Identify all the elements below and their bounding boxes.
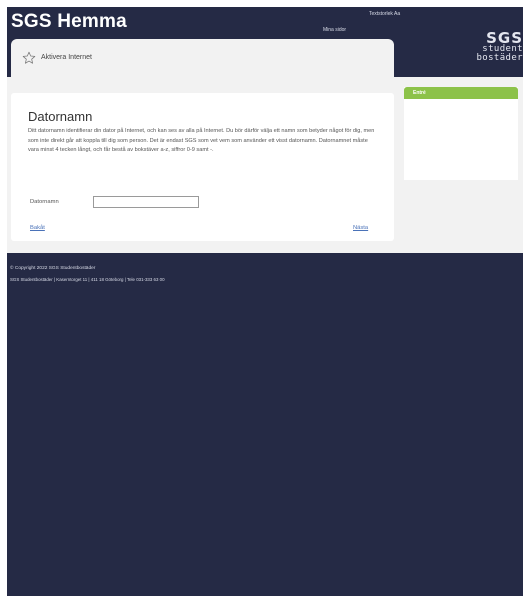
- textsize-link[interactable]: Textstorlek Aa: [369, 11, 400, 17]
- footer-copyright: © Copyright 2022 SGS Studentbostäder: [10, 266, 96, 271]
- next-link[interactable]: Nästa: [353, 225, 368, 231]
- breadcrumb-label: Aktivera Internet: [41, 54, 92, 61]
- footer-address: SGS Studentbostäder | Kaserntorget 11 | …: [10, 277, 165, 282]
- sidebar-header: Entré: [404, 87, 518, 99]
- site-title: SGS Hemma: [11, 11, 127, 32]
- back-link[interactable]: Bakåt: [30, 225, 45, 231]
- computer-name-input[interactable]: [93, 196, 199, 208]
- sgs-logo[interactable]: SGS student bostäder: [465, 31, 523, 63]
- breadcrumb: Aktivera Internet: [11, 39, 394, 77]
- logo-word-bostader: bostäder: [476, 53, 523, 63]
- computer-name-label: Datornamn: [30, 199, 59, 205]
- page-title: Datornamn: [28, 109, 93, 124]
- logo-mark: SGS: [486, 29, 523, 47]
- star-outline-icon: [22, 51, 36, 64]
- intro-text: Ditt datornamn identifierar din dator på…: [28, 128, 375, 153]
- sidebar-title: Entré: [413, 90, 426, 96]
- page-frame: SGS Hemma Textstorlek Aa Mina sidor SGS …: [7, 7, 523, 596]
- my-pages-link[interactable]: Mina sidor: [323, 27, 346, 33]
- sidebar-panel: Entré: [404, 87, 518, 180]
